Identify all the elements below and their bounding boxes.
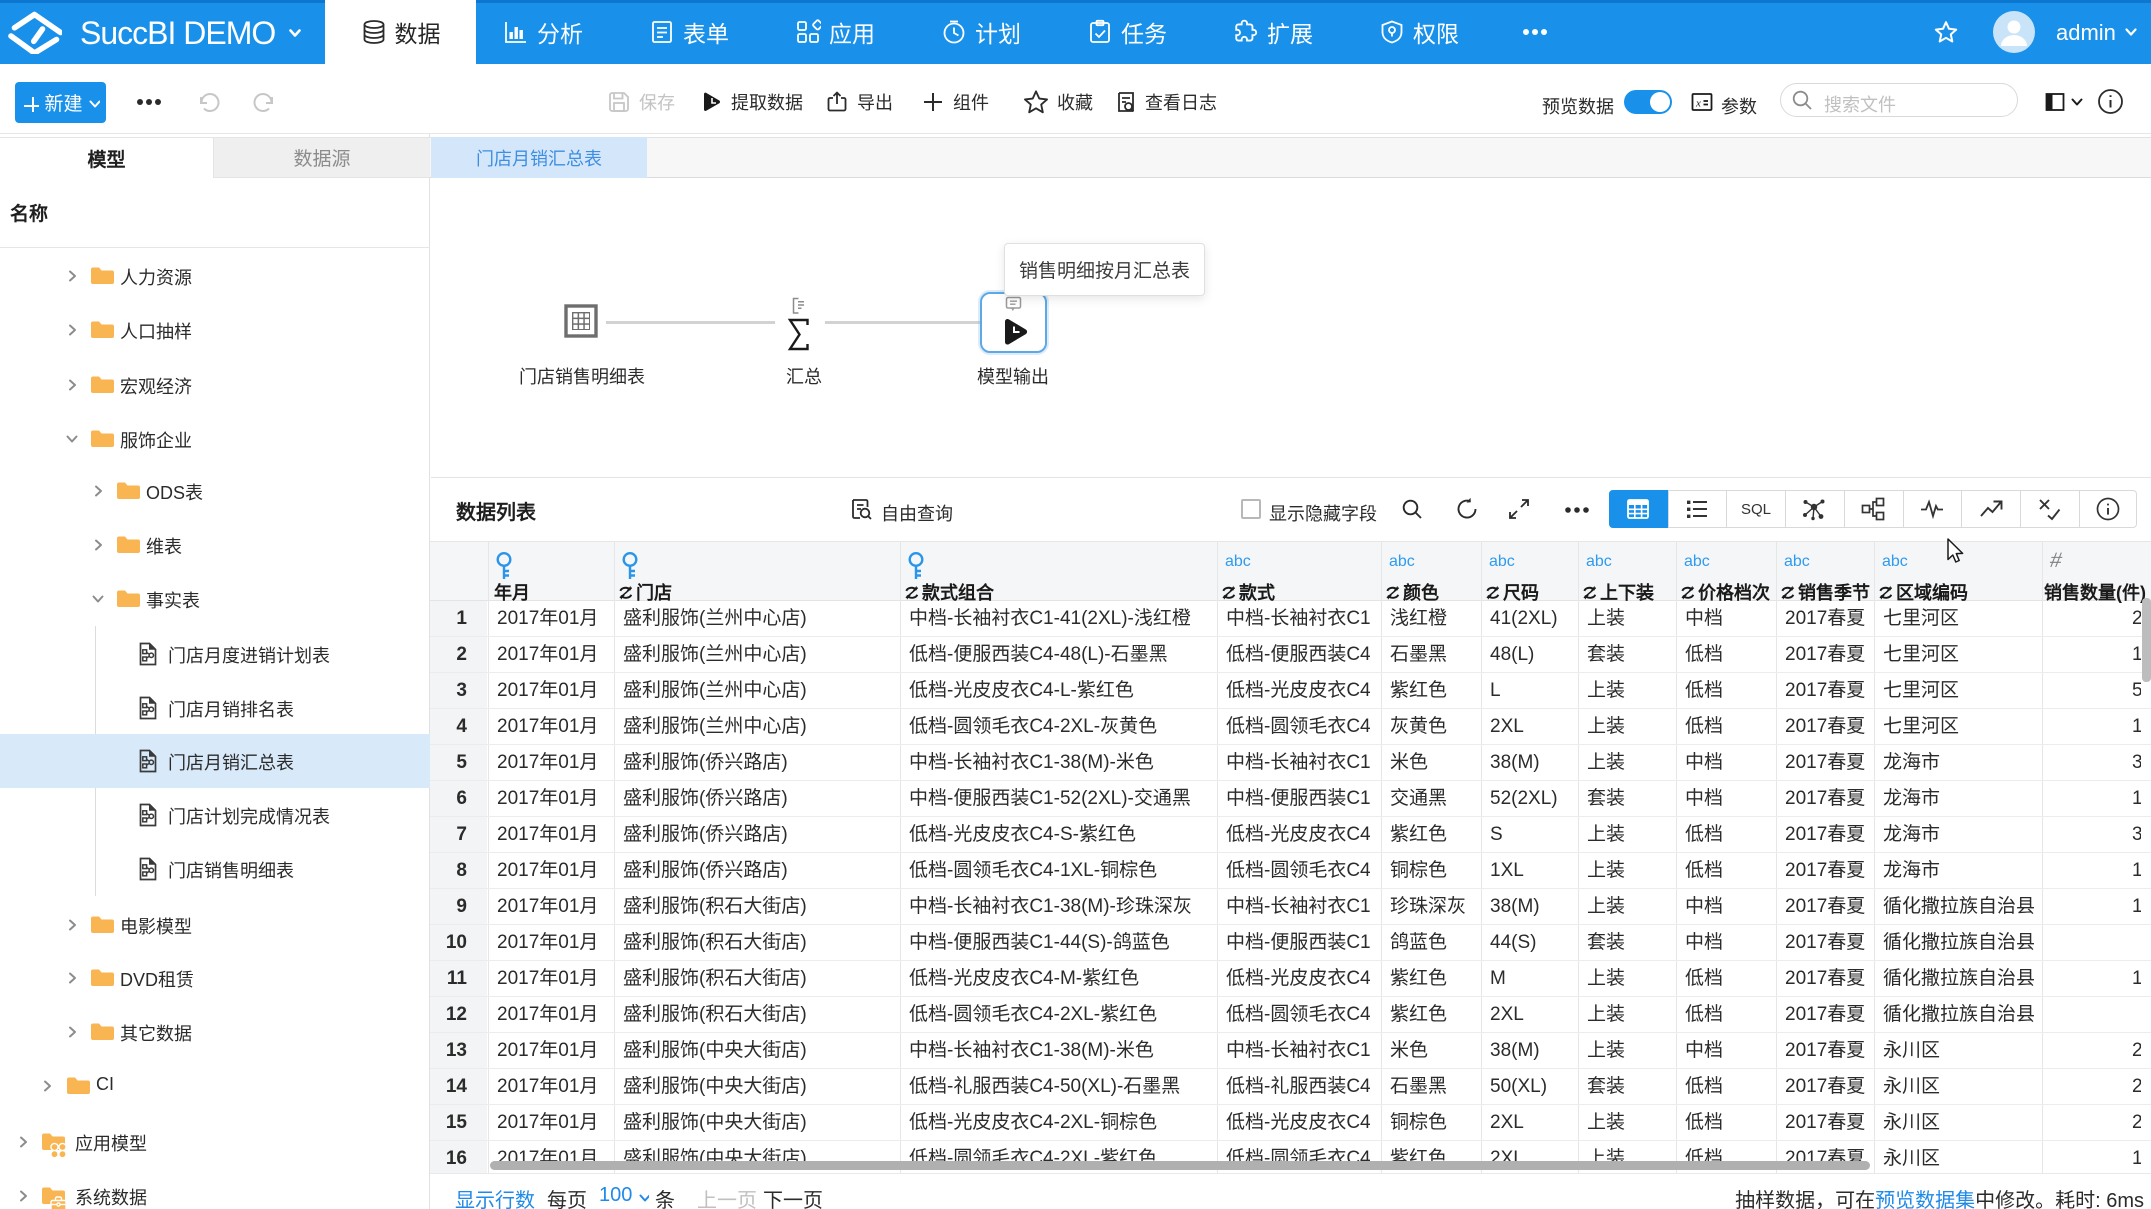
svg-text:x: x (1695, 98, 1701, 110)
